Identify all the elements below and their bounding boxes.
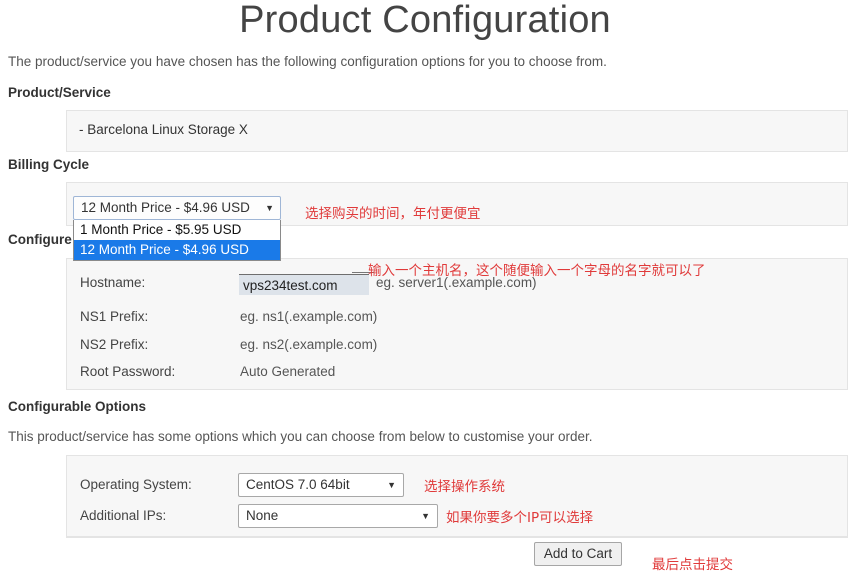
section-heading-billing-cycle: Billing Cycle <box>8 157 90 172</box>
billing-cycle-select-display[interactable]: 12 Month Price - $4.96 USD ▼ <box>73 196 281 220</box>
section-heading-product-service: Product/Service <box>8 85 111 100</box>
intro-text: The product/service you have chosen has … <box>8 54 607 69</box>
annotation-submit: 最后点击提交 <box>652 557 733 573</box>
root-password-value: Auto Generated <box>240 364 336 379</box>
operating-system-label: Operating System: <box>80 477 192 492</box>
section-heading-configurable-options: Configurable Options <box>8 399 146 414</box>
annotation-operating-system: 选择操作系统 <box>424 479 505 495</box>
add-to-cart-button[interactable]: Add to Cart <box>534 542 622 566</box>
operating-system-select-value: CentOS 7.0 64bit <box>246 477 350 492</box>
billing-cycle-select-value: 12 Month Price - $4.96 USD <box>81 200 250 215</box>
ns2-prefix-label: NS2 Prefix: <box>80 337 149 352</box>
root-password-label: Root Password: <box>80 364 176 379</box>
dropdown-option-1-month[interactable]: 1 Month Price - $5.95 USD <box>74 220 280 240</box>
chevron-down-icon: ▼ <box>265 203 274 213</box>
section-heading-configure: Configure <box>8 232 72 247</box>
additional-ips-select-value: None <box>246 508 279 523</box>
configurable-options-description: This product/service has some options wh… <box>8 429 593 444</box>
annotation-hostname: 输入一个主机名，这个随便输入一个字母的名字就可以了 <box>368 263 706 279</box>
operating-system-select[interactable]: CentOS 7.0 64bit ▼ <box>238 473 404 497</box>
chevron-down-icon: ▼ <box>421 511 430 521</box>
chevron-down-icon: ▼ <box>387 480 396 490</box>
additional-ips-label: Additional IPs: <box>80 508 167 523</box>
ns1-prefix-value: eg. ns1(.example.com) <box>240 309 378 324</box>
page-title: Product Configuration <box>239 0 611 41</box>
product-service-panel: - Barcelona Linux Storage X <box>66 110 848 152</box>
hostname-input[interactable] <box>239 274 369 295</box>
product-service-item: - Barcelona Linux Storage X <box>79 122 248 137</box>
ns2-prefix-value: eg. ns2(.example.com) <box>240 337 378 352</box>
dropdown-option-12-month[interactable]: 12 Month Price - $4.96 USD <box>74 240 280 260</box>
annotation-billing-cycle: 选择购买的时间，年付更便宜 <box>305 206 481 222</box>
ns1-prefix-label: NS1 Prefix: <box>80 309 149 324</box>
additional-ips-select[interactable]: None ▼ <box>238 504 438 528</box>
billing-cycle-select[interactable]: 12 Month Price - $4.96 USD ▼ 1 Month Pri… <box>73 196 281 261</box>
billing-cycle-dropdown-list[interactable]: 1 Month Price - $5.95 USD 12 Month Price… <box>73 220 281 261</box>
annotation-additional-ips: 如果你要多个IP可以选择 <box>446 510 594 526</box>
hostname-label: Hostname: <box>80 275 146 290</box>
